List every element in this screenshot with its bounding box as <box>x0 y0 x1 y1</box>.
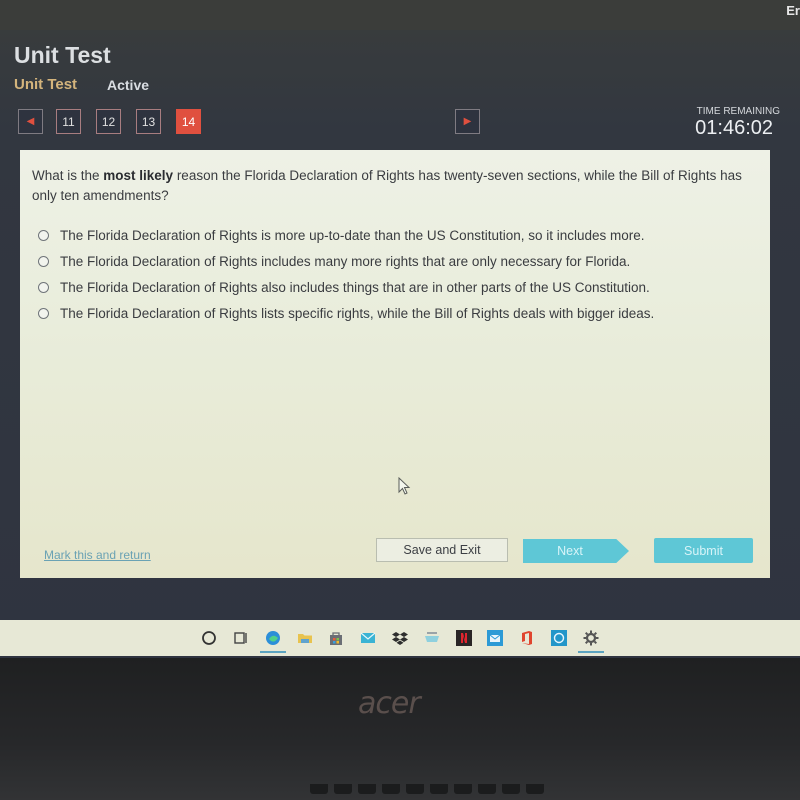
mail-icon <box>360 632 376 643</box>
corner-text: Er <box>786 3 800 18</box>
time-remaining-label: TIME REMAINING <box>696 106 780 117</box>
submit-button[interactable]: Submit <box>654 538 753 563</box>
taskbar-settings[interactable] <box>576 623 606 653</box>
left-arrow-icon: ◀ <box>26 116 35 127</box>
screen: Er Unit Test Unit Test Active ◀ 11 12 13… <box>0 0 800 658</box>
key <box>502 784 520 794</box>
taskbar-netflix[interactable] <box>449 623 479 653</box>
store-bag-icon <box>330 632 343 645</box>
key <box>382 784 400 794</box>
option-label: The Florida Declaration of Rights lists … <box>60 305 655 321</box>
save-and-exit-button[interactable]: Save and Exit <box>376 538 508 562</box>
envelope-app-icon <box>487 630 504 646</box>
folder-icon <box>297 634 312 643</box>
question-13-button[interactable]: 13 <box>136 109 161 134</box>
question-prefix: What is the <box>32 168 104 183</box>
netflix-icon <box>455 630 472 646</box>
question-11-button[interactable]: 11 <box>56 109 81 134</box>
brand-logo: acer <box>358 686 421 721</box>
taskbar-task-view[interactable] <box>226 623 256 653</box>
key <box>478 784 496 794</box>
top-strip: Er <box>0 0 800 30</box>
key <box>406 784 424 794</box>
question-emphasis: most likely <box>103 168 174 183</box>
mouse-cursor-icon <box>398 477 411 495</box>
question-12-button[interactable]: 12 <box>96 109 121 134</box>
edge-browser-icon <box>265 631 280 645</box>
answer-options: The Florida Declaration of Rights is mor… <box>38 222 654 326</box>
option-label: The Florida Declaration of Rights includ… <box>60 253 631 269</box>
keyboard-row <box>0 784 800 800</box>
mark-and-return-link[interactable]: Mark this and return <box>44 548 151 562</box>
key <box>430 784 448 794</box>
key <box>358 784 376 794</box>
option-label: The Florida Declaration of Rights is mor… <box>60 227 645 243</box>
taskbar-edge[interactable] <box>258 623 288 653</box>
amazon-cart-icon <box>424 632 439 642</box>
radio-button[interactable] <box>38 307 49 319</box>
key <box>310 784 328 794</box>
radio-button[interactable] <box>38 255 49 267</box>
taskbar-file-explorer[interactable] <box>290 623 320 653</box>
status-label: Active <box>107 77 150 93</box>
whatsapp-icon <box>550 630 567 646</box>
taskbar-office[interactable] <box>512 623 542 653</box>
laptop-bezel <box>0 658 800 800</box>
answer-option[interactable]: The Florida Declaration of Rights includ… <box>38 248 654 274</box>
taskbar-dropbox[interactable] <box>385 623 415 653</box>
answer-option[interactable]: The Florida Declaration of Rights also i… <box>38 274 654 300</box>
next-button[interactable]: Next <box>523 539 629 563</box>
office-icon <box>522 631 533 645</box>
option-label: The Florida Declaration of Rights also i… <box>60 279 650 295</box>
question-14-button[interactable]: 14 <box>176 109 201 134</box>
taskbar-mail[interactable] <box>353 623 383 653</box>
taskbar <box>0 620 800 656</box>
answer-option[interactable]: The Florida Declaration of Rights lists … <box>38 300 654 326</box>
test-subtitle: Unit Test <box>14 76 78 93</box>
taskbar-store[interactable] <box>321 623 351 653</box>
gear-icon <box>583 630 599 646</box>
key <box>526 784 544 794</box>
key <box>334 784 352 794</box>
dropbox-icon <box>392 632 408 645</box>
answer-option[interactable]: The Florida Declaration of Rights is mor… <box>38 222 654 248</box>
previous-button[interactable]: ◀ <box>18 109 43 134</box>
time-remaining-value: 01:46:02 <box>695 117 773 139</box>
radio-button[interactable] <box>38 229 49 241</box>
search-circle-icon <box>202 631 217 645</box>
taskbar-email-app[interactable] <box>480 623 510 653</box>
key <box>454 784 472 794</box>
radio-button[interactable] <box>38 281 49 293</box>
taskbar-whatsapp[interactable] <box>544 623 574 653</box>
taskbar-amazon[interactable] <box>417 623 447 653</box>
right-arrow-icon: ▶ <box>463 116 472 127</box>
taskbar-search[interactable] <box>194 623 224 653</box>
next-question-button[interactable]: ▶ <box>455 109 480 134</box>
question-panel: What is the most likely reason the Flori… <box>20 150 770 578</box>
question-text: What is the most likely reason the Flori… <box>32 166 762 206</box>
page-title: Unit Test <box>14 42 111 68</box>
task-view-icon <box>234 632 247 644</box>
